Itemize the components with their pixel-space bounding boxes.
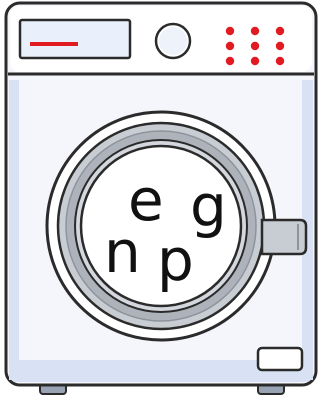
indicator-light <box>275 26 285 36</box>
indicator-light <box>225 41 235 51</box>
washing-machine-illustration: e g n p <box>4 1 318 395</box>
detergent-drawer-icon[interactable] <box>18 18 132 60</box>
indicator-light <box>275 56 285 66</box>
indicator-light <box>225 56 235 66</box>
indicator-light <box>250 56 260 66</box>
drum-letter-p: p <box>157 226 194 294</box>
drum-letter-n: n <box>104 218 141 286</box>
indicator-light <box>275 41 285 51</box>
drum-letter-g: g <box>190 172 227 240</box>
indicator-light <box>250 41 260 51</box>
indicator-light <box>225 26 235 36</box>
program-dial-icon[interactable] <box>154 22 192 60</box>
door-handle-icon[interactable] <box>260 218 308 256</box>
indicator-light <box>250 26 260 36</box>
filter-cover-icon[interactable] <box>256 346 304 372</box>
